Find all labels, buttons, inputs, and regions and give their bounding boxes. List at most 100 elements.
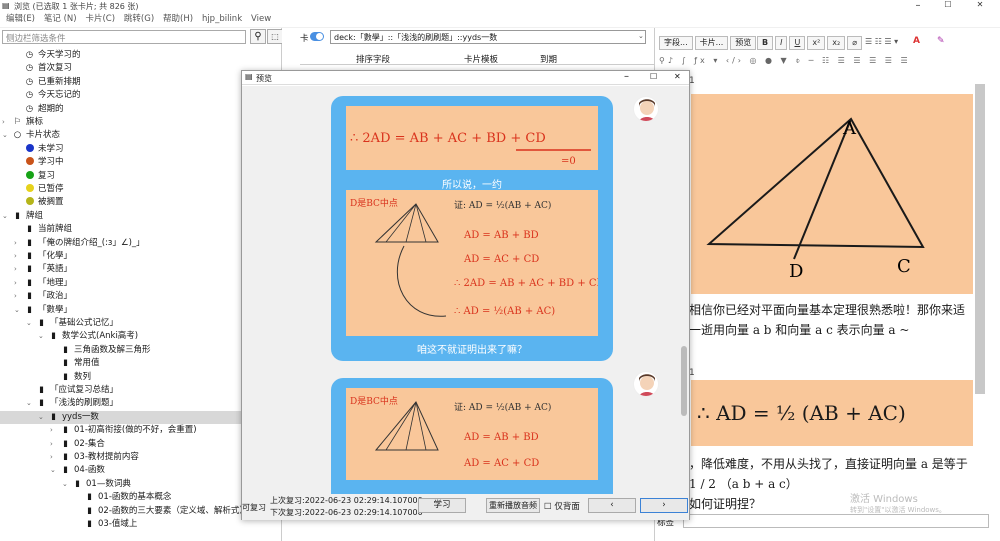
chevron-down-icon[interactable]: ⌄: [62, 478, 72, 491]
sidebar-item[interactable]: ⌄ ▮ 牌组: [0, 210, 242, 223]
sidebar-item[interactable]: › ▮ 「化學」: [0, 250, 242, 263]
col-card-template[interactable]: 卡片模板: [464, 53, 498, 65]
close-button[interactable]: ✕: [966, 0, 994, 9]
chevron-right-icon[interactable]: ›: [14, 250, 24, 263]
col-due[interactable]: 到期: [540, 53, 557, 65]
sidebar-item[interactable]: › ▮ 「地理」: [0, 277, 242, 290]
replay-audio-button[interactable]: 重新播放音频: [486, 498, 540, 513]
chevron-down-icon[interactable]: ⌄: [26, 397, 36, 410]
text-color-icon[interactable]: A: [913, 36, 925, 48]
browser-search-input[interactable]: deck:「數學」::「浅浅的刷刷题」::yyds一数: [330, 30, 646, 44]
menu-go[interactable]: 跳转(G): [124, 13, 154, 26]
preview-scrollbar[interactable]: [679, 86, 689, 494]
sidebar-item[interactable]: ▮ 「应试复习总结」: [0, 384, 242, 397]
chevron-right-icon[interactable]: ›: [50, 424, 60, 437]
sidebar-item[interactable]: › ▮ 「俺の牌组介绍_(:з」∠)_」: [0, 237, 242, 250]
menu-edit[interactable]: 编辑(E): [6, 13, 35, 26]
sidebar-item[interactable]: ⌄ ▮ 「浅浅的刷刷题」: [0, 397, 242, 410]
maximize-button[interactable]: ☐: [934, 0, 962, 9]
chevron-down-icon[interactable]: ⌄: [2, 129, 12, 142]
chevron-down-icon[interactable]: ⌄: [638, 32, 644, 40]
sidebar-item[interactable]: ◷ 今天忘记的: [0, 89, 242, 102]
sidebar-item[interactable]: ⌄ ▮ 01—数词典: [0, 478, 242, 491]
select-tool-icon[interactable]: ⬚: [267, 29, 283, 44]
minimize-button[interactable]: –: [904, 0, 932, 11]
sidebar-item[interactable]: › ▮ 03-教材提前内容: [0, 451, 242, 464]
search-icon[interactable]: ⚲: [250, 29, 266, 44]
chevron-right-icon[interactable]: ›: [14, 263, 24, 276]
highlight-icon[interactable]: ✎: [937, 36, 949, 48]
prev-button[interactable]: ‹: [588, 498, 636, 513]
chevron-down-icon[interactable]: ⌄: [50, 464, 60, 477]
italic-button[interactable]: I: [775, 36, 788, 50]
sidebar-item[interactable]: 未学习: [0, 143, 242, 156]
menu-hjp-bilink[interactable]: hjp_bilink: [202, 13, 242, 26]
sidebar-item[interactable]: › ▮ 01-初高衔接(做的不好，会重置): [0, 424, 242, 437]
sidebar-item[interactable]: ⌄ ▮ 「基础公式记忆」: [0, 317, 242, 330]
sidebar-item[interactable]: › ▮ 02-集合: [0, 438, 242, 451]
chevron-down-icon[interactable]: ⌄: [14, 304, 24, 317]
sidebar-item[interactable]: ▮ 03-值域上: [0, 518, 242, 531]
fields-button[interactable]: 字段...: [659, 36, 693, 50]
editor-scrollbar[interactable]: [975, 84, 985, 394]
menu-view[interactable]: View: [251, 13, 271, 26]
chevron-right-icon[interactable]: ›: [50, 451, 60, 464]
sidebar-item[interactable]: ▮ 当前牌组: [0, 223, 242, 236]
menu-help[interactable]: 帮助(H): [163, 13, 193, 26]
chevron-right-icon[interactable]: ›: [2, 116, 12, 129]
back-only-checkbox[interactable]: ☐ 仅背面: [544, 500, 580, 512]
study-button[interactable]: 学习: [418, 498, 466, 513]
chevron-down-icon[interactable]: ⌄: [2, 210, 12, 223]
sidebar-item[interactable]: ◷ 超期的: [0, 103, 242, 116]
chevron-down-icon[interactable]: ⌄: [26, 317, 36, 330]
sidebar-item[interactable]: ◷ 首次复习: [0, 62, 242, 75]
sidebar-item[interactable]: ⌄ ▮ 数学公式(Anki高考): [0, 330, 242, 343]
field-text-2[interactable]: ，降低难度，不用从头找了，直接证明向量 a 是等于 1 / 2 （a b + a…: [689, 454, 973, 494]
preview-button[interactable]: 预览: [730, 36, 757, 50]
tags-input[interactable]: [683, 514, 989, 528]
sidebar-item-label: 今天学习的: [38, 50, 81, 60]
maximize-button[interactable]: ☐: [650, 72, 657, 81]
bold-button[interactable]: B: [757, 36, 774, 50]
col-sort-field[interactable]: 排序字段: [356, 53, 390, 65]
chevron-down-icon[interactable]: ⌄: [38, 330, 48, 343]
editor-toolbar-row2[interactable]: ⚲♪ ∫ ƒx ▾ ‹/› ◎ ● ▼ ⌽ ─ ☷ ☰ ☰ ☰ ☰ ☰: [659, 56, 911, 66]
superscript-button[interactable]: x²: [807, 36, 826, 50]
chevron-right-icon[interactable]: ›: [50, 438, 60, 451]
minimize-button[interactable]: –: [624, 71, 629, 82]
clear-format-button[interactable]: ⌀: [847, 36, 863, 50]
menu-notes[interactable]: 笔记 (N): [44, 13, 77, 26]
sidebar-item[interactable]: 被搁置: [0, 196, 242, 209]
menu-cards[interactable]: 卡片(C): [85, 13, 115, 26]
sidebar-item[interactable]: › ⚐ 旗标: [0, 116, 242, 129]
mode-toggle[interactable]: [310, 32, 324, 41]
sidebar-item[interactable]: ▮ 01-函数的基本概念: [0, 491, 242, 504]
underline-button[interactable]: U: [789, 36, 806, 50]
sidebar-item[interactable]: 已暂停: [0, 183, 242, 196]
list-format-icons[interactable]: ☰ ☷ ☰ ▾: [865, 37, 898, 46]
sidebar-item[interactable]: ▮ 数列: [0, 371, 242, 384]
sidebar-item[interactable]: ⌄ ○ 卡片状态: [0, 129, 242, 142]
next-button[interactable]: ›: [640, 498, 688, 513]
sidebar-item[interactable]: 复习: [0, 170, 242, 183]
sidebar-item[interactable]: ◷ 已重新排期: [0, 76, 242, 89]
sidebar-search-input[interactable]: 侧边栏筛选条件: [2, 30, 246, 44]
sidebar-item[interactable]: ◷ 今天学习的: [0, 49, 242, 62]
close-button[interactable]: ✕: [674, 72, 681, 81]
sidebar-item[interactable]: ⌄ ▮ yyds一数: [0, 410, 242, 424]
chevron-right-icon[interactable]: ›: [14, 237, 24, 250]
chevron-down-icon[interactable]: ⌄: [38, 411, 48, 424]
chevron-right-icon[interactable]: ›: [14, 277, 24, 290]
sidebar-item[interactable]: ⌄ ▮ 「數學」: [0, 304, 242, 317]
sidebar-item[interactable]: ▮ 常用值: [0, 357, 242, 370]
subscript-button[interactable]: x₂: [827, 36, 846, 50]
sidebar-item[interactable]: ▮ 02-函数的三大要素（定义域、解析式）: [0, 505, 248, 518]
sidebar-item[interactable]: ▮ 三角函数及解三角形: [0, 344, 242, 357]
sidebar-item[interactable]: › ▮ 「政治」: [0, 290, 242, 303]
cards-button[interactable]: 卡片...: [694, 36, 729, 50]
sidebar-item[interactable]: › ▮ 「英語」: [0, 263, 242, 276]
field-text-1[interactable]: 相信你已经对平面向量基本定理很熟悉啦！那你来适一逝用向量 a b 和向量 a c…: [689, 300, 973, 340]
sidebar-item[interactable]: 学习中: [0, 156, 242, 169]
chevron-right-icon[interactable]: ›: [14, 290, 24, 303]
sidebar-item[interactable]: ⌄ ▮ 04-函数: [0, 464, 242, 477]
